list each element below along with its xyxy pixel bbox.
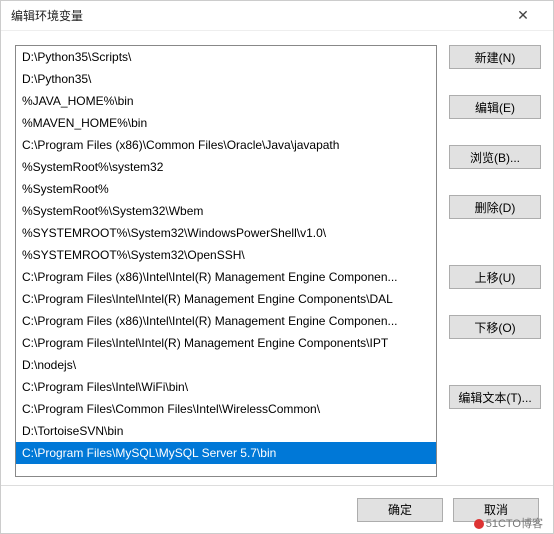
list-item[interactable]: %SystemRoot%\System32\Wbem bbox=[16, 200, 436, 222]
browse-button[interactable]: 浏览(B)... bbox=[449, 145, 541, 169]
list-item[interactable]: %JAVA_HOME%\bin bbox=[16, 90, 436, 112]
list-item[interactable]: D:\Python35\ bbox=[16, 68, 436, 90]
watermark-logo-icon bbox=[474, 519, 484, 529]
edit-button[interactable]: 编辑(E) bbox=[449, 95, 541, 119]
close-icon[interactable]: ✕ bbox=[503, 7, 543, 24]
edit-text-button[interactable]: 编辑文本(T)... bbox=[449, 385, 541, 409]
content-area: D:\Python35\Scripts\D:\Python35\%JAVA_HO… bbox=[1, 31, 553, 485]
path-listbox[interactable]: D:\Python35\Scripts\D:\Python35\%JAVA_HO… bbox=[15, 45, 437, 477]
list-item[interactable]: C:\Program Files (x86)\Intel\Intel(R) Ma… bbox=[16, 310, 436, 332]
list-item[interactable]: %MAVEN_HOME%\bin bbox=[16, 112, 436, 134]
new-button[interactable]: 新建(N) bbox=[449, 45, 541, 69]
list-item[interactable]: C:\Program Files (x86)\Common Files\Orac… bbox=[16, 134, 436, 156]
list-item[interactable]: C:\Program Files\Intel\Intel(R) Manageme… bbox=[16, 332, 436, 354]
list-item[interactable]: C:\Program Files\Intel\WiFi\bin\ bbox=[16, 376, 436, 398]
list-item[interactable]: %SYSTEMROOT%\System32\OpenSSH\ bbox=[16, 244, 436, 266]
list-item[interactable]: D:\TortoiseSVN\bin bbox=[16, 420, 436, 442]
watermark: 51CTO博客 bbox=[474, 515, 543, 531]
list-item[interactable]: C:\Program Files\MySQL\MySQL Server 5.7\… bbox=[16, 442, 436, 464]
delete-button[interactable]: 删除(D) bbox=[449, 195, 541, 219]
side-buttons: 新建(N) 编辑(E) 浏览(B)... 删除(D) 上移(U) 下移(O) 编… bbox=[449, 45, 541, 477]
list-item[interactable]: D:\nodejs\ bbox=[16, 354, 436, 376]
footer: 确定 取消 51CTO博客 bbox=[1, 485, 553, 533]
list-item[interactable]: C:\Program Files\Common Files\Intel\Wire… bbox=[16, 398, 436, 420]
list-item[interactable]: %SystemRoot% bbox=[16, 178, 436, 200]
watermark-text: 51CTO博客 bbox=[486, 518, 543, 530]
list-item[interactable]: C:\Program Files (x86)\Intel\Intel(R) Ma… bbox=[16, 266, 436, 288]
list-item[interactable]: %SYSTEMROOT%\System32\WindowsPowerShell\… bbox=[16, 222, 436, 244]
list-item[interactable]: D:\Python35\Scripts\ bbox=[16, 46, 436, 68]
move-down-button[interactable]: 下移(O) bbox=[449, 315, 541, 339]
move-up-button[interactable]: 上移(U) bbox=[449, 265, 541, 289]
window-title: 编辑环境变量 bbox=[11, 7, 503, 24]
titlebar: 编辑环境变量 ✕ bbox=[1, 1, 553, 31]
ok-button[interactable]: 确定 bbox=[357, 498, 443, 522]
list-item[interactable]: C:\Program Files\Intel\Intel(R) Manageme… bbox=[16, 288, 436, 310]
dialog-window: 编辑环境变量 ✕ D:\Python35\Scripts\D:\Python35… bbox=[0, 0, 554, 534]
list-item[interactable]: %SystemRoot%\system32 bbox=[16, 156, 436, 178]
